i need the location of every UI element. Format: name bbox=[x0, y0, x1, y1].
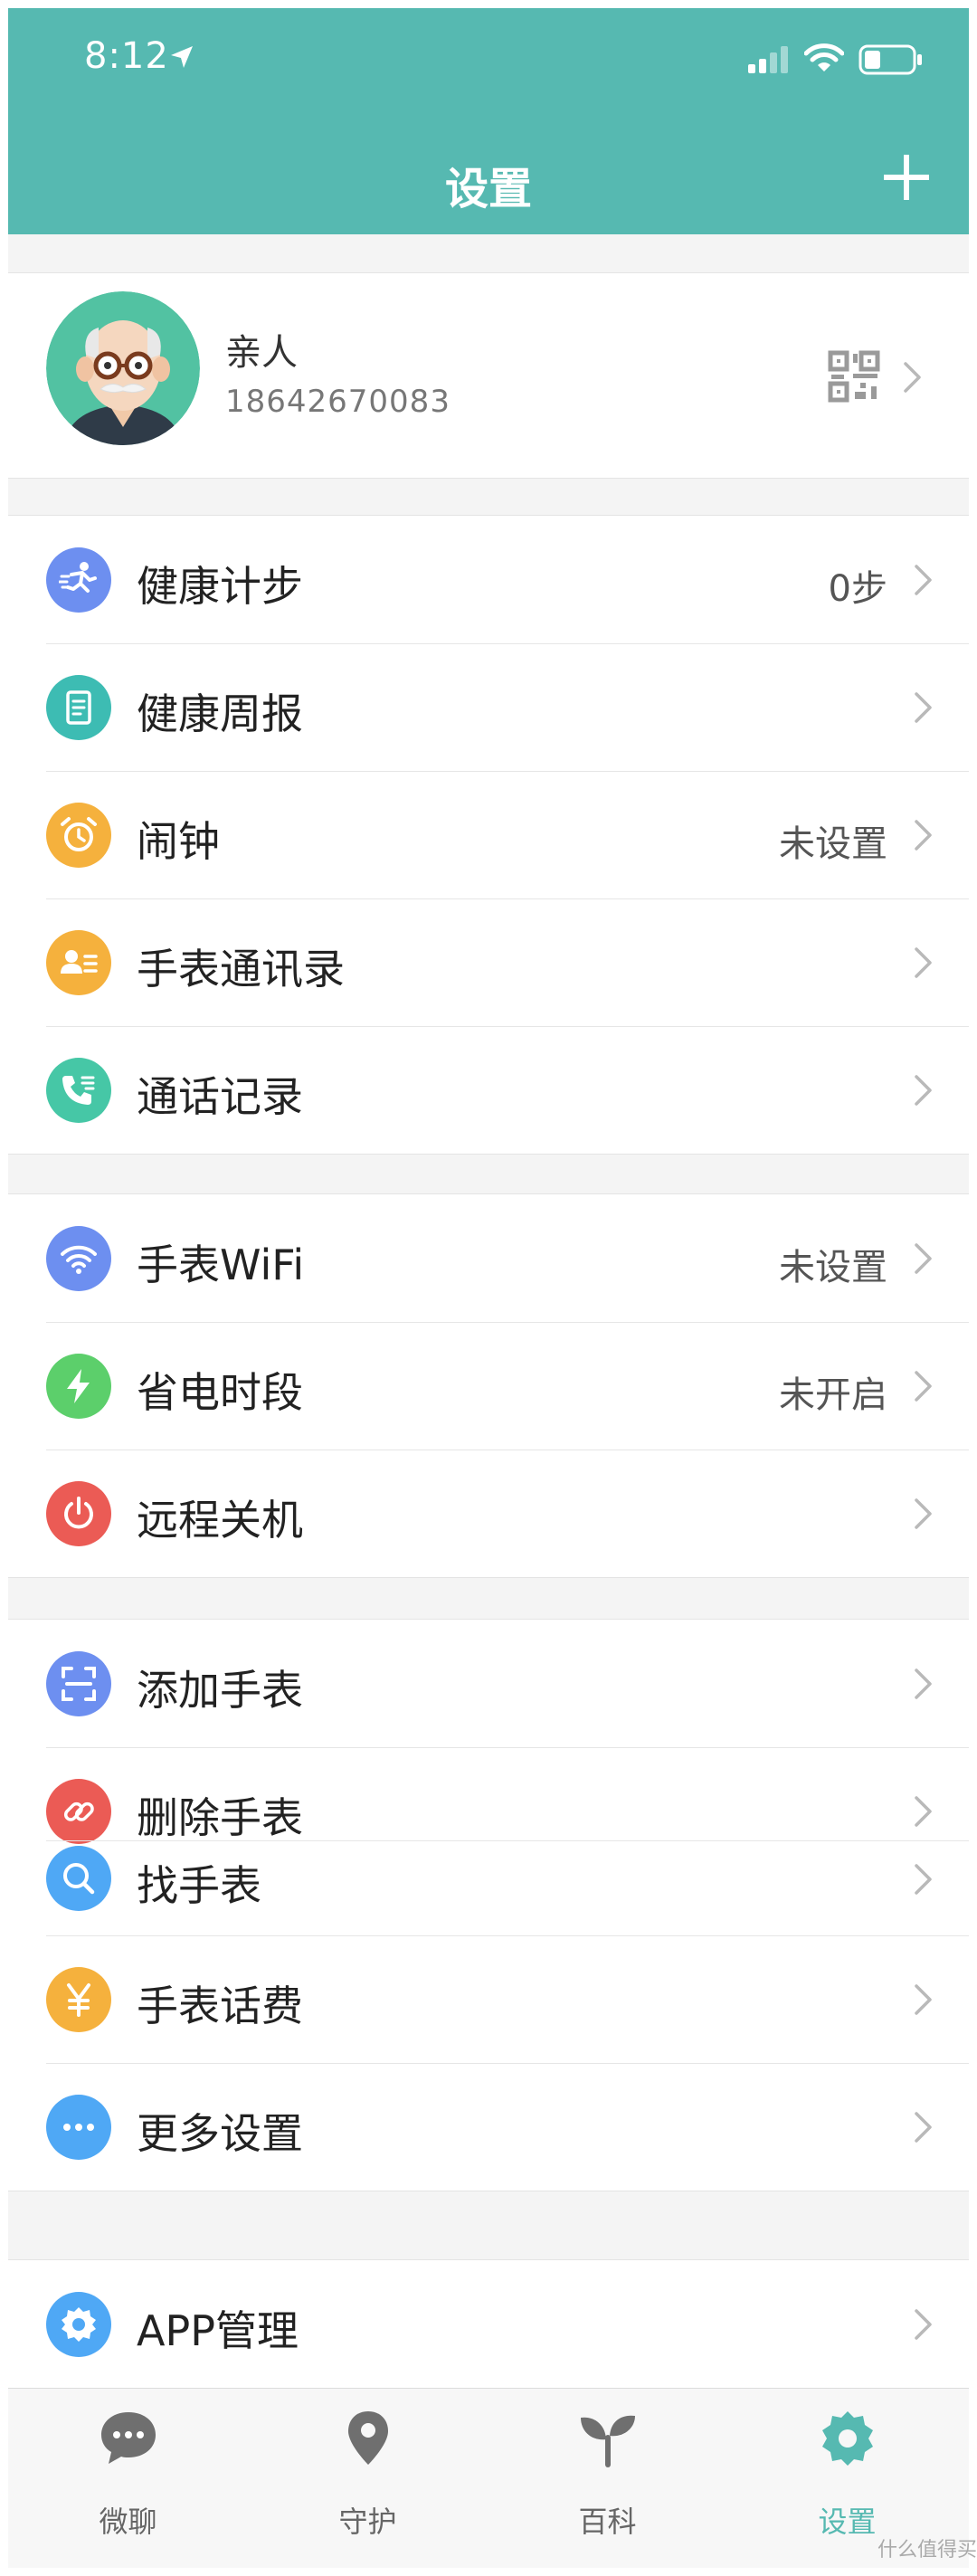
chevron-right-icon bbox=[915, 565, 932, 595]
location-pin-icon bbox=[348, 2411, 388, 2465]
settings-row-alarm[interactable]: 闹钟 未设置 bbox=[8, 771, 969, 898]
tab-guard[interactable]: 守护 bbox=[248, 2389, 488, 2568]
chevron-right-icon bbox=[904, 362, 921, 393]
phone-icon bbox=[46, 1058, 111, 1123]
tab-chat[interactable]: 微聊 bbox=[8, 2389, 248, 2568]
wifi-icon bbox=[46, 1226, 111, 1291]
add-button[interactable] bbox=[882, 153, 931, 202]
chevron-right-icon bbox=[915, 1984, 932, 2015]
profile-card[interactable]: 亲人 18642670083 bbox=[8, 272, 969, 479]
row-label: 更多设置 bbox=[137, 2109, 303, 2158]
gear-icon bbox=[46, 2292, 111, 2357]
settings-row-more-settings[interactable]: 更多设置 bbox=[8, 2063, 969, 2191]
chevron-right-icon bbox=[915, 692, 932, 723]
settings-row-step-count[interactable]: 健康计步 0步 bbox=[8, 516, 969, 643]
yen-icon bbox=[46, 1967, 111, 2032]
cellular-signal-icon bbox=[748, 46, 788, 73]
unlink-icon bbox=[46, 1779, 111, 1844]
row-label: 删除手表 bbox=[137, 1793, 303, 1842]
row-label: 手表通讯录 bbox=[137, 945, 345, 993]
page-title: 设置 bbox=[444, 164, 532, 214]
chevron-right-icon bbox=[915, 1075, 932, 1106]
header-bar: 8:12 设置 bbox=[8, 8, 969, 234]
row-label: 找手表 bbox=[137, 1861, 261, 1910]
sprout-icon bbox=[581, 2415, 635, 2467]
more-icon bbox=[46, 2095, 111, 2160]
row-value: 未设置 bbox=[779, 823, 887, 865]
row-label: 省电时段 bbox=[137, 1368, 303, 1417]
chevron-right-icon bbox=[915, 947, 932, 978]
search-icon bbox=[46, 1846, 111, 1911]
row-label: 手表WiFi bbox=[137, 1240, 305, 1289]
row-label: 添加手表 bbox=[137, 1666, 303, 1715]
tab-label: 微聊 bbox=[99, 2505, 157, 2539]
chevron-right-icon bbox=[915, 2309, 932, 2340]
row-value: 0步 bbox=[828, 568, 887, 610]
lightning-icon bbox=[46, 1354, 111, 1419]
watermark: 什么值得买 bbox=[877, 2539, 977, 2562]
gear-icon bbox=[822, 2411, 873, 2466]
settings-row-call-log[interactable]: 通话记录 bbox=[8, 1026, 969, 1154]
chevron-right-icon bbox=[915, 1864, 932, 1895]
row-label: 闹钟 bbox=[137, 817, 220, 866]
avatar bbox=[46, 291, 200, 445]
location-arrow-icon bbox=[171, 46, 193, 68]
power-icon bbox=[46, 1481, 111, 1546]
tab-label: 守护 bbox=[338, 2505, 397, 2539]
report-icon bbox=[46, 675, 111, 740]
row-label: APP管理 bbox=[137, 2306, 299, 2355]
row-label: 远程关机 bbox=[137, 1496, 303, 1545]
settings-section-app: APP管理 bbox=[8, 2259, 969, 2389]
settings-row-contacts[interactable]: 手表通讯录 bbox=[8, 898, 969, 1026]
chevron-right-icon bbox=[915, 1243, 932, 1274]
chevron-right-icon bbox=[915, 1498, 932, 1529]
settings-row-watch-fee[interactable]: 手表话费 bbox=[8, 1935, 969, 2063]
chevron-right-icon bbox=[915, 820, 932, 851]
contacts-icon bbox=[46, 930, 111, 995]
row-value: 未开启 bbox=[779, 1374, 887, 1416]
settings-section-device: 手表WiFi 未设置 省电时段 未开启 远程关机 bbox=[8, 1193, 969, 1578]
settings-row-power-saving[interactable]: 省电时段 未开启 bbox=[8, 1322, 969, 1450]
settings-row-remote-shutdown[interactable]: 远程关机 bbox=[8, 1450, 969, 1577]
chevron-right-icon bbox=[915, 1668, 932, 1699]
row-label: 健康计步 bbox=[137, 562, 303, 611]
alarm-clock-icon bbox=[46, 803, 111, 868]
settings-row-app-management[interactable]: APP管理 bbox=[8, 2260, 969, 2388]
chevron-right-icon bbox=[915, 1371, 932, 1402]
tab-encyclopedia[interactable]: 百科 bbox=[488, 2389, 727, 2568]
chevron-right-icon bbox=[915, 2112, 932, 2143]
status-time: 8:12 bbox=[84, 35, 169, 77]
row-label: 手表话费 bbox=[137, 1982, 303, 2030]
row-value: 未设置 bbox=[779, 1247, 887, 1288]
row-label: 健康周报 bbox=[137, 689, 303, 738]
settings-row-add-watch[interactable]: 添加手表 bbox=[8, 1620, 969, 1747]
settings-section-watch: 添加手表 删除手表 找手表 手表话费 更多设置 bbox=[8, 1619, 969, 2191]
settings-row-watch-wifi[interactable]: 手表WiFi 未设置 bbox=[8, 1194, 969, 1322]
wifi-status-icon bbox=[804, 43, 844, 71]
settings-row-health-report[interactable]: 健康周报 bbox=[8, 643, 969, 771]
settings-row-find-watch[interactable]: 找手表 bbox=[8, 1840, 969, 1935]
tab-label: 百科 bbox=[578, 2505, 637, 2539]
app-screen: 8:12 设置 亲人 18642670083 健康计步 0步 健康周报 闹钟 未… bbox=[8, 8, 969, 2568]
qr-code-icon[interactable] bbox=[828, 350, 880, 403]
settings-section-health: 健康计步 0步 健康周报 闹钟 未设置 手表通讯录 通话记录 bbox=[8, 515, 969, 1155]
chevron-right-icon bbox=[915, 1796, 932, 1827]
tab-bar: 微聊 守护 百科 设置 bbox=[8, 2388, 969, 2568]
chat-icon bbox=[101, 2412, 156, 2464]
profile-phone: 18642670083 bbox=[225, 384, 451, 420]
row-label: 通话记录 bbox=[137, 1072, 303, 1121]
scan-icon bbox=[46, 1651, 111, 1716]
battery-icon bbox=[858, 44, 922, 75]
profile-name: 亲人 bbox=[225, 332, 298, 374]
settings-row-delete-watch[interactable]: 删除手表 bbox=[8, 1747, 969, 1844]
runner-icon bbox=[46, 547, 111, 613]
